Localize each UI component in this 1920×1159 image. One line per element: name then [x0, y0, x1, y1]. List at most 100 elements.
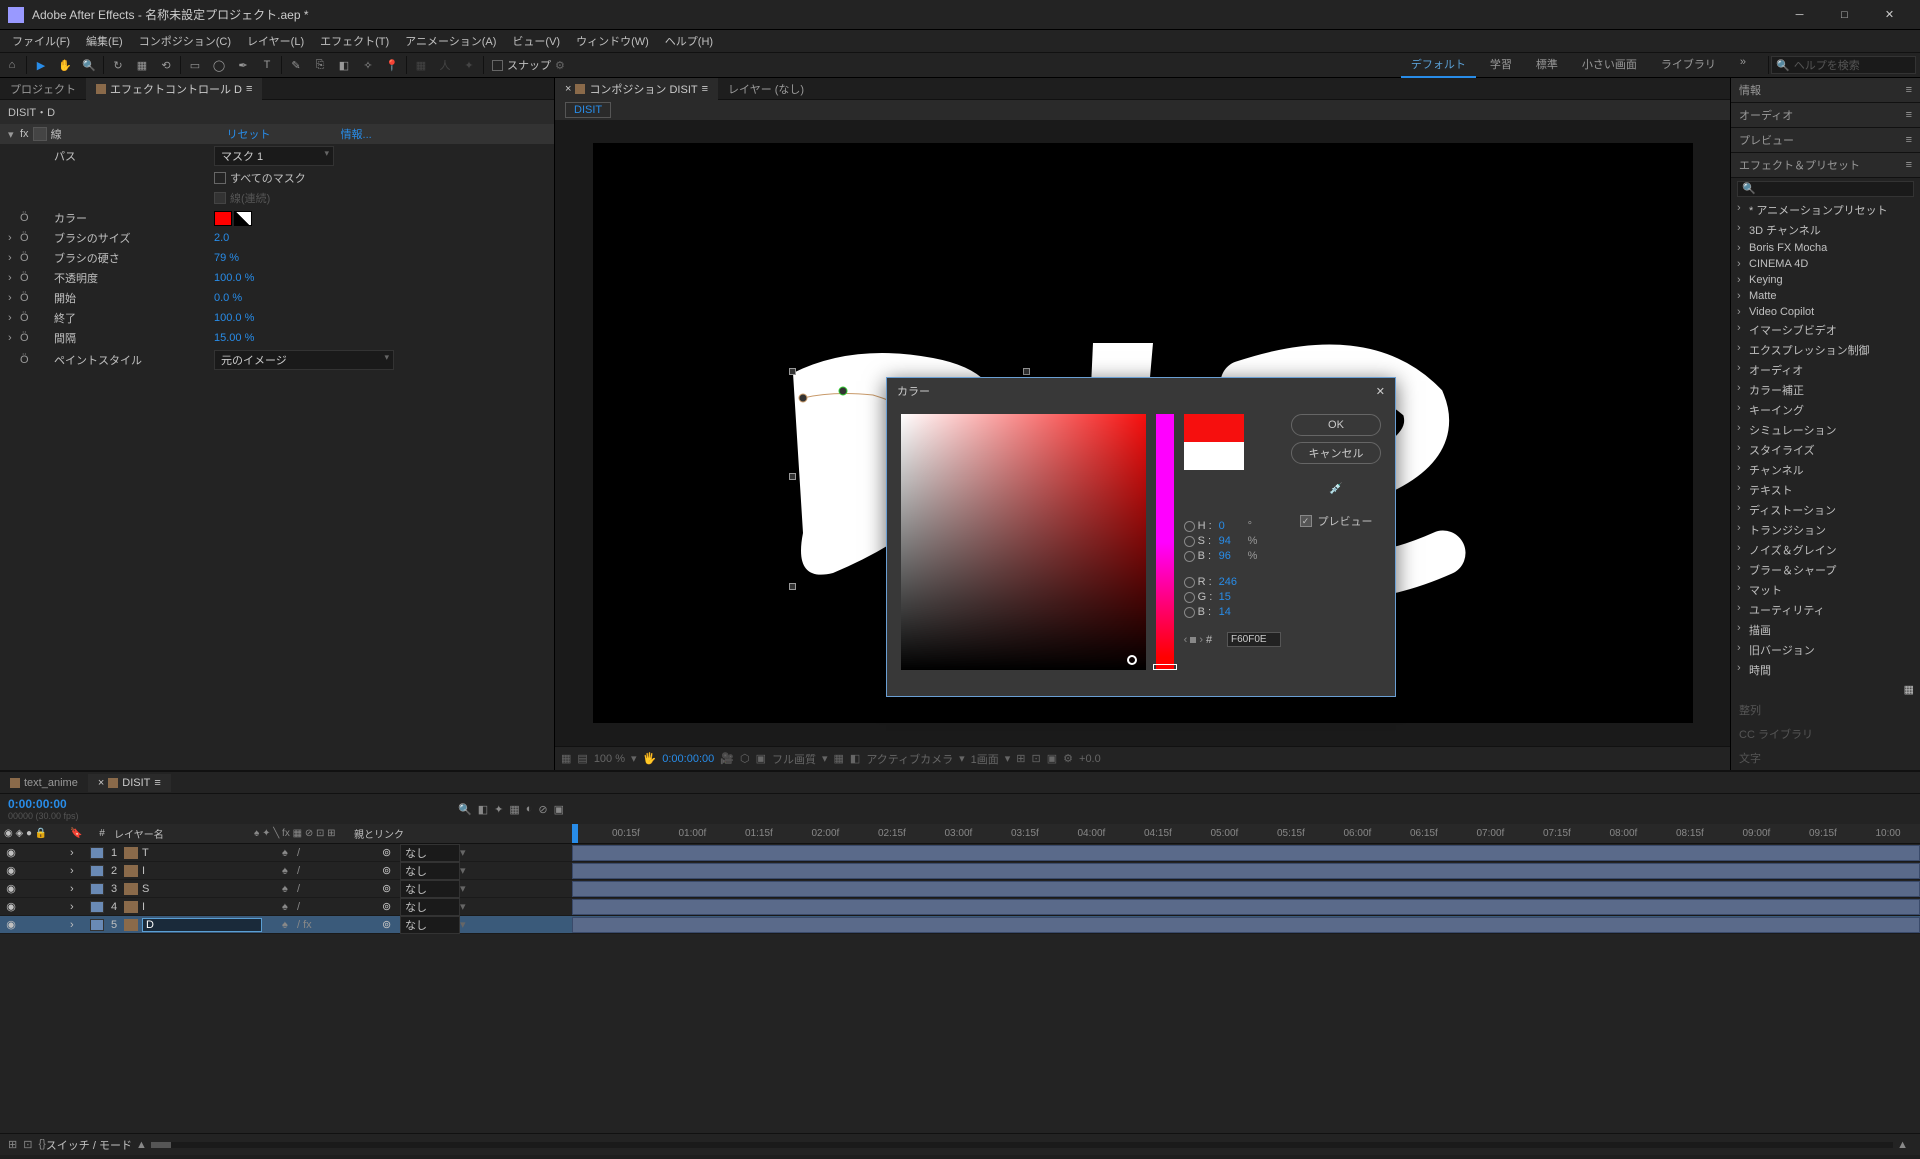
eyedropper-icon[interactable] — [234, 211, 252, 226]
preset-category[interactable]: * アニメーションプリセット — [1731, 200, 1920, 220]
g-input[interactable]: 15 — [1219, 591, 1245, 603]
timeline-layer-row[interactable]: ◉ › 3 S ♠ / ⊚ なし ▾ — [0, 880, 1920, 898]
workspace-library[interactable]: ライブラリ — [1651, 52, 1726, 78]
ellipse-tool[interactable]: ◯ — [207, 53, 231, 77]
orbit-tool[interactable]: ↻ — [106, 53, 130, 77]
b-radio[interactable] — [1184, 551, 1195, 562]
preset-category[interactable]: キーイング — [1731, 400, 1920, 420]
minimize-button[interactable]: ─ — [1777, 0, 1822, 30]
opacity-value[interactable]: 100.0 % — [214, 272, 254, 284]
sv-cursor[interactable] — [1127, 655, 1137, 665]
parent-dropdown[interactable]: なし — [400, 898, 460, 916]
preset-search-input[interactable] — [1737, 181, 1914, 197]
tl-toggle-switches-icon[interactable]: ⊞ — [8, 1138, 17, 1151]
preset-category[interactable]: 旧バージョン — [1731, 640, 1920, 660]
layer-track-bar[interactable] — [572, 881, 1920, 897]
preset-category[interactable]: CINEMA 4D — [1731, 256, 1920, 272]
bl-input[interactable]: 14 — [1219, 606, 1245, 618]
info-link[interactable]: 情報... — [341, 126, 372, 142]
tl-toggle-modes-icon[interactable]: ⊡ — [23, 1138, 32, 1151]
menu-composition[interactable]: コンポジション(C) — [131, 30, 239, 52]
tab-layer[interactable]: レイヤー (なし) — [718, 78, 814, 100]
menu-help[interactable]: ヘルプ(H) — [657, 30, 721, 52]
zoom-tool[interactable]: 🔍 — [77, 53, 101, 77]
home-tool[interactable]: ⌂ — [0, 53, 24, 77]
all-masks-checkbox[interactable] — [214, 172, 226, 184]
views-dropdown[interactable]: 1画面 — [971, 751, 999, 767]
help-search-input[interactable]: 🔍 ヘルプを検索 — [1771, 56, 1916, 74]
preset-bin-icon[interactable]: ▦ — [1904, 684, 1914, 696]
preset-category[interactable]: 遠近 — [1731, 680, 1920, 681]
workspace-more[interactable]: » — [1730, 52, 1756, 78]
layer-track-bar[interactable] — [572, 917, 1920, 933]
roto-tool[interactable]: ✧ — [356, 53, 380, 77]
tab-effect-controls[interactable]: エフェクトコントロール D ≡ — [86, 78, 262, 100]
preset-category[interactable]: Keying — [1731, 272, 1920, 288]
layer-track-bar[interactable] — [572, 845, 1920, 861]
s-radio[interactable] — [1184, 536, 1195, 547]
menu-animation[interactable]: アニメーション(A) — [397, 30, 504, 52]
tl-frame-icon[interactable]: ◐ — [526, 803, 533, 816]
r-radio[interactable] — [1184, 577, 1195, 588]
time-display[interactable]: 0:00:00:00 — [662, 753, 714, 765]
panel-info[interactable]: 情報≡ — [1731, 78, 1920, 103]
timeline-current-time[interactable]: 0:00:00:00 — [8, 797, 79, 811]
tl-shy-icon[interactable]: ✦ — [494, 803, 503, 816]
rect-tool[interactable]: ▭ — [183, 53, 207, 77]
paint-style-dropdown[interactable]: 元のイメージ — [214, 350, 394, 370]
resolution-dropdown[interactable]: フル画質 — [772, 751, 816, 767]
workspace-standard[interactable]: 標準 — [1526, 52, 1568, 78]
preset-category[interactable]: ユーティリティ — [1731, 600, 1920, 620]
brush-size-value[interactable]: 2.0 — [214, 232, 229, 244]
g-radio[interactable] — [1184, 592, 1195, 603]
parent-dropdown[interactable]: なし — [400, 862, 460, 880]
color-swatch[interactable] — [214, 211, 232, 226]
timeline-ruler[interactable]: 00:15f01:00f01:15f02:00f02:15f03:00f03:1… — [572, 824, 1920, 843]
parent-dropdown[interactable]: なし — [400, 880, 460, 898]
timeline-layer-row[interactable]: ◉ › 4 I ♠ / ⊚ なし ▾ — [0, 898, 1920, 916]
tl-graph-icon[interactable]: ▦ — [509, 803, 519, 816]
type-tool[interactable]: T — [255, 53, 279, 77]
workspace-learn[interactable]: 学習 — [1480, 52, 1522, 78]
end-value[interactable]: 100.0 % — [214, 312, 254, 324]
selection-handle[interactable] — [1023, 368, 1030, 375]
clone-tool[interactable]: ⎘ — [308, 53, 332, 77]
bl-radio[interactable] — [1184, 607, 1195, 618]
rotate-tool[interactable]: ⟲ — [154, 53, 178, 77]
brush-tool[interactable]: ✎ — [284, 53, 308, 77]
menu-file[interactable]: ファイル(F) — [4, 30, 78, 52]
shape-fill-icon[interactable]: ▦ — [409, 53, 433, 77]
dialog-close-button[interactable]: ✕ — [1376, 385, 1385, 398]
tl-brace-icon[interactable]: {} — [38, 1138, 45, 1151]
timeline-layer-row[interactable]: ◉ › 1 T ♠ / ⊚ なし ▾ — [0, 844, 1920, 862]
panel-cc-library[interactable]: CC ライブラリ — [1731, 722, 1920, 746]
puppet-tool[interactable]: 📍 — [380, 53, 404, 77]
tab-composition[interactable]: × コンポジション DISIT ≡ — [555, 78, 718, 100]
workspace-default[interactable]: デフォルト — [1401, 52, 1476, 78]
snap-checkbox[interactable] — [492, 60, 503, 71]
brush-hardness-value[interactable]: 79 % — [214, 252, 239, 264]
time-indicator[interactable] — [572, 824, 578, 843]
preset-category[interactable]: オーディオ — [1731, 360, 1920, 380]
r-input[interactable]: 246 — [1219, 576, 1245, 588]
layer-track-bar[interactable] — [572, 863, 1920, 879]
preset-category[interactable]: イマーシブビデオ — [1731, 320, 1920, 340]
zoom-value[interactable]: 100 % — [594, 753, 625, 765]
tl-comp-icon[interactable]: ◧ — [478, 803, 488, 816]
camera-dropdown[interactable]: アクティブカメラ — [866, 751, 953, 767]
preset-category[interactable]: 時間 — [1731, 660, 1920, 680]
preset-category[interactable]: ノイズ＆グレイン — [1731, 540, 1920, 560]
switch-mode-toggle[interactable]: スイッチ / モード — [46, 1137, 132, 1153]
shape-transform-icon[interactable]: ✦ — [457, 53, 481, 77]
close-button[interactable]: ✕ — [1867, 0, 1912, 30]
hue-slider[interactable] — [1156, 414, 1173, 670]
tl-search-icon[interactable]: 🔍 — [458, 803, 472, 816]
start-value[interactable]: 0.0 % — [214, 292, 242, 304]
panel-character[interactable]: 文字 — [1731, 746, 1920, 770]
layer-name-input[interactable] — [142, 918, 262, 932]
tl-3d-icon[interactable]: ▣ — [554, 803, 564, 816]
panel-preview[interactable]: プレビュー≡ — [1731, 128, 1920, 153]
selection-handle[interactable] — [789, 368, 796, 375]
menu-layer[interactable]: レイヤー(L) — [239, 30, 312, 52]
eraser-tool[interactable]: ◧ — [332, 53, 356, 77]
